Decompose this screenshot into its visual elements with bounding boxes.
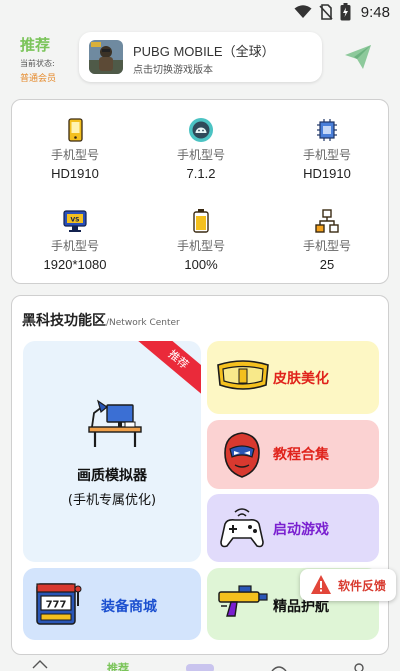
equipment-shop-label: 装备商城 xyxy=(101,599,157,615)
features-panel: 黑科技功能区/Network Center 推荐 画质模拟器 (手机专属优化) … xyxy=(11,295,389,655)
monitor-icon: VS xyxy=(63,210,87,232)
cpu-value: HD1910 xyxy=(303,166,351,181)
home-icon[interactable] xyxy=(31,658,49,671)
device-info-item: 手机型号 7.1.2 xyxy=(138,117,264,181)
network-icon xyxy=(315,209,339,233)
svg-text:VS: VS xyxy=(71,217,80,224)
start-game-tile[interactable]: 启动游戏 xyxy=(207,494,379,562)
no-sim-icon xyxy=(319,4,333,20)
desk-lamp-icon xyxy=(88,399,142,447)
device-info-item: VS 手机型号 1920*1080 xyxy=(12,208,138,272)
status-bar: 9:48 xyxy=(0,0,400,28)
device-info-item: 手机型号 HD1910 xyxy=(12,117,138,181)
battery-icon xyxy=(193,209,209,233)
page-title: 推荐 xyxy=(20,36,51,54)
wifi-icon xyxy=(294,5,312,18)
gamepad-icon xyxy=(220,508,264,548)
cpu-icon xyxy=(317,119,337,141)
phone-model-value: HD1910 xyxy=(51,166,99,181)
battery-charging-icon xyxy=(340,3,351,21)
skin-beautify-tile[interactable]: 皮肤美化 xyxy=(207,341,379,414)
android-icon xyxy=(189,118,213,142)
tutorial-collection-tile[interactable]: 教程合集 xyxy=(207,420,379,489)
phone-icon xyxy=(68,118,83,142)
feedback-label: 软件反馈 xyxy=(338,579,387,593)
goggles-icon xyxy=(217,360,269,390)
network-value: 25 xyxy=(319,257,335,272)
svg-text:777: 777 xyxy=(46,600,67,611)
device-info-item: 手机型号 100% xyxy=(138,208,264,272)
hero-mask-icon xyxy=(224,432,260,478)
skin-beautify-label: 皮肤美化 xyxy=(273,371,329,387)
section-title: 黑科技功能区/Network Center xyxy=(22,313,180,329)
tutorial-collection-label: 教程合集 xyxy=(273,447,329,463)
device-info-item: 手机型号 HD1910 xyxy=(264,117,390,181)
slot-machine-icon: 777 xyxy=(36,583,82,625)
recommend-badge: 推荐 xyxy=(136,341,201,398)
status-label: 当前状态: xyxy=(20,59,55,68)
quality-simulator-subtitle: (手机专属优化) xyxy=(67,493,157,508)
equipment-shop-tile[interactable]: 777 装备商城 xyxy=(23,568,201,640)
chat-icon[interactable] xyxy=(270,664,288,671)
resolution-value: 1920*1080 xyxy=(43,257,107,272)
game-thumbnail xyxy=(89,40,123,74)
feedback-button[interactable]: 软件反馈 xyxy=(300,569,396,601)
nav-recommend[interactable]: 推荐 xyxy=(107,660,129,671)
battery-value: 100% xyxy=(184,257,218,272)
apps-icon[interactable] xyxy=(186,664,214,671)
warning-icon xyxy=(311,575,331,594)
game-name: PUBG MOBILE（全球） xyxy=(133,44,275,59)
game-switch-hint: 点击切换游戏版本 xyxy=(133,65,213,76)
start-game-label: 启动游戏 xyxy=(273,522,329,538)
page-header: 推荐 当前状态: 普通会员 xyxy=(20,34,68,84)
bottom-nav: 推荐 xyxy=(0,658,400,671)
clock: 9:48 xyxy=(360,3,390,21)
member-status: 普通会员 xyxy=(20,74,57,84)
quality-simulator-tile[interactable]: 推荐 画质模拟器 (手机专属优化) xyxy=(23,341,201,562)
profile-icon[interactable] xyxy=(352,662,366,671)
send-icon[interactable] xyxy=(344,44,372,70)
game-version-switcher[interactable]: PUBG MOBILE（全球） 点击切换游戏版本 xyxy=(79,32,322,82)
device-info-item: 手机型号 25 xyxy=(264,208,390,272)
quality-simulator-title: 画质模拟器 xyxy=(77,468,147,484)
device-info-panel: 手机型号 HD1910 手机型号 7.1.2 手机型号 HD1910 VS 手机… xyxy=(11,99,389,284)
section-subtitle: /Network Center xyxy=(106,318,180,328)
blaster-icon xyxy=(218,585,268,617)
android-version-value: 7.1.2 xyxy=(186,166,216,181)
